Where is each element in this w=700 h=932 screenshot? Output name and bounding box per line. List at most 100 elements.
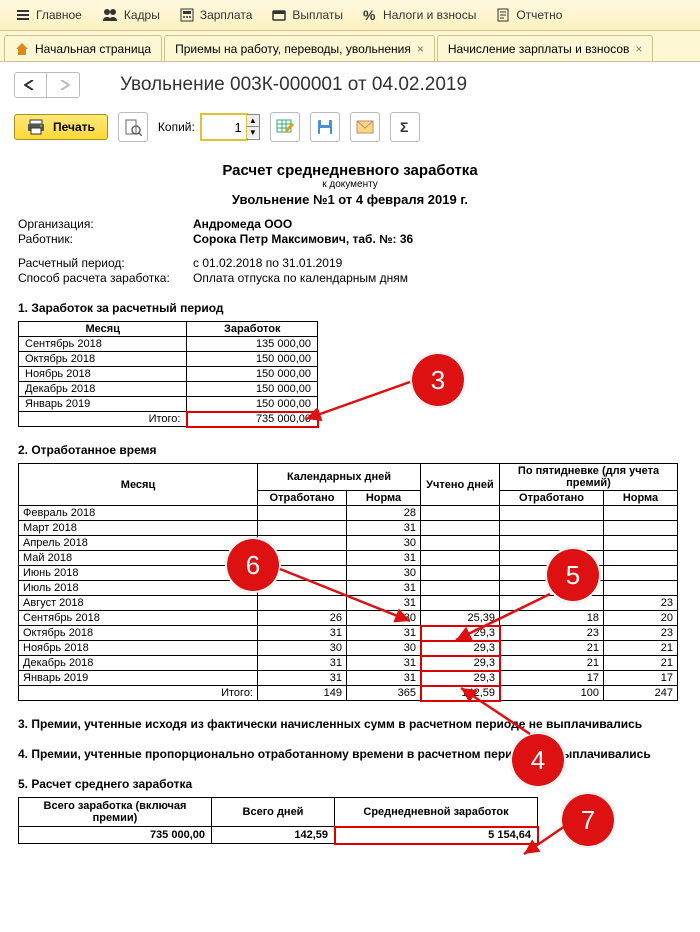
table-cell: 31 [347,671,421,686]
t1-total-label: Итого: [19,412,187,427]
table-row: Январь 2019 [19,671,258,686]
print-button[interactable]: Печать [14,114,108,140]
tab-home-label: Начальная страница [35,42,151,56]
sigma-icon: Σ [398,120,412,134]
preview-button[interactable] [118,112,148,142]
annotation-4: 4 [510,732,566,788]
table-cell: 135 000,00 [187,337,318,352]
mail-button[interactable] [350,112,380,142]
menu-main-label: Главное [36,8,82,22]
close-icon[interactable]: × [417,42,424,56]
table-cell: 31 [258,626,347,641]
table-cell [258,521,347,536]
t3-v1: 735 000,00 [19,827,212,844]
table-cell: 31 [347,551,421,566]
close-icon[interactable]: × [635,42,642,56]
table-cell: 150 000,00 [187,367,318,382]
table-cell [421,566,500,581]
t2-tfn: 247 [604,686,678,701]
menu-hr[interactable]: Кадры [92,0,170,30]
tab-hires[interactable]: Приемы на работу, переводы, увольнения × [164,35,435,61]
emp-value: Сорока Петр Максимович, таб. №: 36 [193,232,413,246]
forward-button[interactable] [47,73,79,97]
menu-salary[interactable]: Зарплата [170,0,263,30]
svg-text:%: % [363,8,376,22]
menu-taxes-label: Налоги и взносы [383,8,476,22]
nav-buttons [14,72,80,98]
table-row: Май 2018 [19,551,258,566]
edit-button[interactable] [270,112,300,142]
table-cell [421,551,500,566]
menu-hr-label: Кадры [124,8,160,22]
home-icon [15,42,29,56]
t2-total-label: Итого: [19,686,258,701]
table-cell [604,581,678,596]
menu-reports[interactable]: Отчетно [486,0,572,30]
toolbar: Печать Копий: ▲ ▼ Σ [0,108,700,152]
report-document: Расчет среднедневного заработка к докуме… [0,152,700,864]
calc-icon [180,8,194,22]
table-cell [258,506,347,521]
col-earn: Заработок [187,322,318,337]
method-label: Способ расчета заработка: [18,271,193,285]
table-cell: 29,3 [421,671,500,686]
table-cell: 23 [604,596,678,611]
annotation-6: 6 [225,537,281,593]
report-icon [496,8,510,22]
table-cell [421,506,500,521]
table-cell [604,521,678,536]
print-label: Печать [53,120,95,134]
title-bar: Увольнение 003К-000001 от 04.02.2019 [0,62,700,108]
arrow-3 [300,377,420,427]
back-button[interactable] [15,73,47,97]
section-3: 3. Премии, учтенные исходя из фактически… [18,717,682,731]
menu-payments-label: Выплаты [292,8,343,22]
col-month: Месяц [19,322,187,337]
table-cell: 21 [500,656,604,671]
t2-fnorm: Норма [604,491,678,506]
main-menu: Главное Кадры Зарплата Выплаты % Налоги … [0,0,700,31]
copies-label: Копий: [158,120,195,134]
t3-h2: Всего дней [212,798,335,827]
percent-icon: % [363,8,377,22]
table-cell: 30 [347,641,421,656]
table-cell [421,521,500,536]
table-edit-icon [276,119,294,135]
table-cell: 29,3 [421,656,500,671]
t3-v3: 5 154,64 [335,827,538,844]
spin-down[interactable]: ▼ [247,127,259,138]
table-cell: 150 000,00 [187,382,318,397]
table-cell: 26 [258,611,347,626]
menu-payments[interactable]: Выплаты [262,0,353,30]
table-cell: 30 [258,641,347,656]
sum-button[interactable]: Σ [390,112,420,142]
diskette-icon [317,119,333,135]
table-cell: 17 [604,671,678,686]
menu-taxes[interactable]: % Налоги и взносы [353,0,486,30]
tab-payroll[interactable]: Начисление зарплаты и взносов × [437,35,654,61]
menu-reports-label: Отчетно [516,8,562,22]
table-cell: 29,3 [421,626,500,641]
table-row: Июнь 2018 [19,566,258,581]
table-row: Сентябрь 2018 [19,337,187,352]
t2-norm: Норма [347,491,421,506]
table-cell: 18 [500,611,604,626]
table-cell: 31 [347,581,421,596]
tab-bar: Начальная страница Приемы на работу, пер… [0,31,700,62]
spin-up[interactable]: ▲ [247,115,259,127]
table-cell: 150 000,00 [187,397,318,412]
emp-label: Работник: [18,232,193,246]
table-row: Апрель 2018 [19,536,258,551]
t2-fworked: Отработано [500,491,604,506]
section-1: 1. Заработок за расчетный период [18,301,682,315]
tab-home[interactable]: Начальная страница [4,35,162,61]
table-row: Ноябрь 2018 [19,367,187,382]
table-cell: 150 000,00 [187,352,318,367]
menu-main[interactable]: Главное [6,0,92,30]
save-button[interactable] [310,112,340,142]
section-2: 2. Отработанное время [18,443,682,457]
copies-spinner: ▲ ▼ [247,114,260,140]
copies-input[interactable] [201,114,247,140]
table-cell [500,536,604,551]
svg-text:Σ: Σ [400,120,408,134]
